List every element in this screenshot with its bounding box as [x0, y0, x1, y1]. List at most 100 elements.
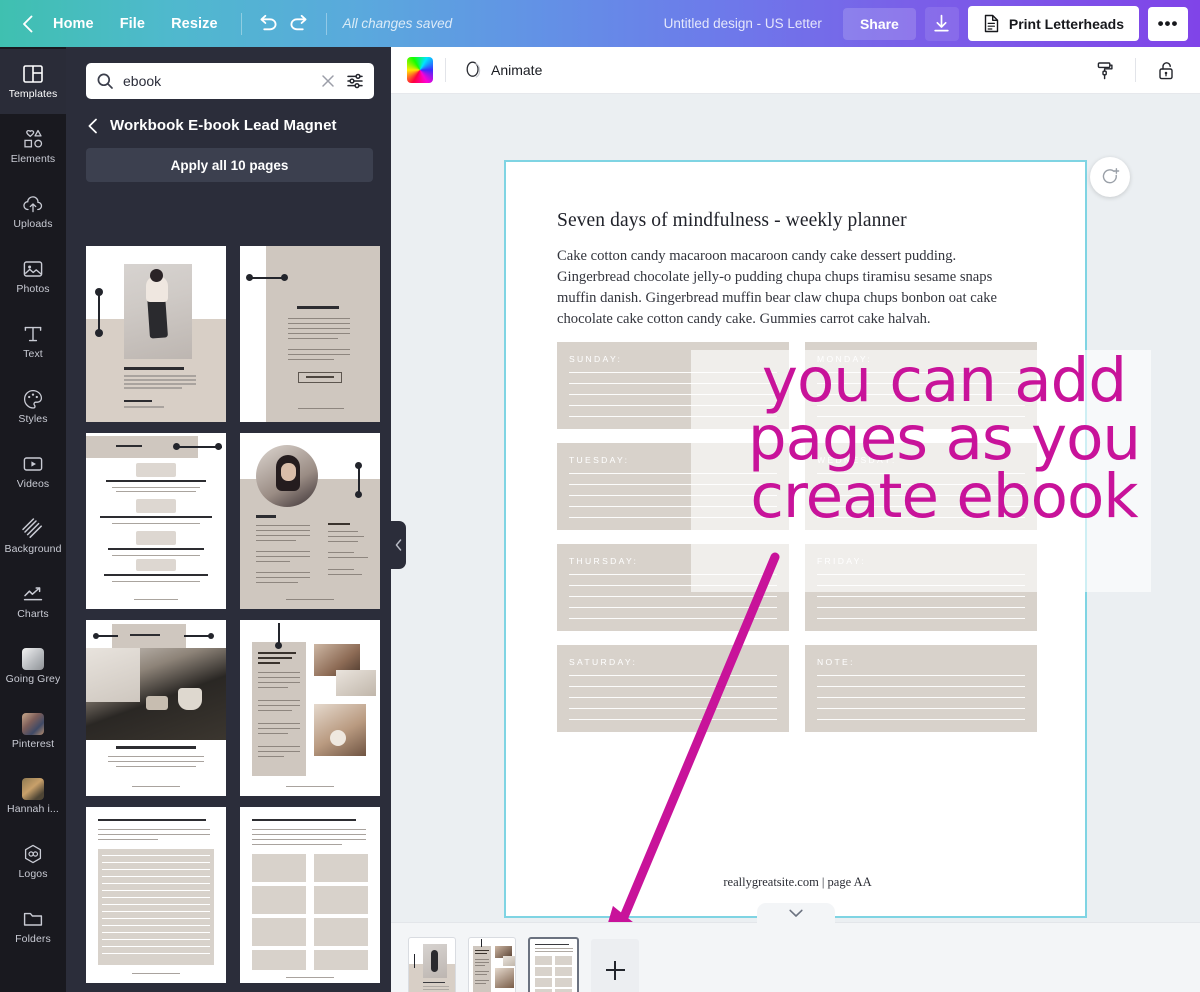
- search-input[interactable]: [123, 73, 310, 89]
- apply-all-pages-button[interactable]: Apply all 10 pages: [86, 148, 373, 182]
- page-thumb-1[interactable]: 1: [408, 937, 456, 992]
- undo-icon: [260, 14, 277, 31]
- write-line: [569, 719, 777, 720]
- day-box-thursday[interactable]: THURSDAY:: [557, 544, 789, 631]
- back-button[interactable]: [14, 9, 40, 39]
- sidebar-item-photos[interactable]: Photos: [0, 244, 66, 309]
- write-line: [569, 372, 777, 373]
- sidebar-item-elements[interactable]: Elements: [0, 114, 66, 179]
- close-icon[interactable]: [319, 72, 337, 90]
- sidebar-label-elements: Elements: [10, 153, 56, 165]
- sidebar-item-hannah[interactable]: Hannah i...: [0, 764, 66, 829]
- sidebar-label-background: Background: [4, 543, 62, 555]
- menu-item-resize[interactable]: Resize: [158, 9, 231, 39]
- sidebar-item-going-grey[interactable]: Going Grey: [0, 634, 66, 699]
- undo-button[interactable]: [252, 8, 284, 40]
- download-button[interactable]: [924, 6, 959, 41]
- design-title[interactable]: Untitled design - US Letter: [664, 16, 822, 31]
- strip-collapse-button[interactable]: [757, 903, 835, 923]
- sidebar-item-folders[interactable]: Folders: [0, 894, 66, 959]
- write-line: [817, 405, 1025, 406]
- write-line: [569, 708, 777, 709]
- styles-palette-icon: [23, 389, 43, 409]
- redo-button[interactable]: [284, 8, 316, 40]
- top-bar-left-group: Home File Resize All changes saved: [0, 8, 452, 40]
- menu-item-file[interactable]: File: [107, 9, 158, 39]
- sidebar-label-folders: Folders: [15, 933, 51, 945]
- editor-toolbar-divider: [445, 58, 446, 82]
- day-label: SATURDAY:: [569, 657, 638, 667]
- document-body-text[interactable]: Cake cotton candy macaroon macaroon cand…: [557, 246, 1019, 329]
- day-box-note[interactable]: NOTE:: [805, 645, 1037, 732]
- sidebar-label-uploads: Uploads: [13, 218, 53, 230]
- editor-toolbar-right: [1087, 52, 1184, 88]
- sidebar-item-logos[interactable]: Logos: [0, 829, 66, 894]
- rainbow-color-swatch[interactable]: [407, 57, 433, 83]
- page-thumb-2[interactable]: 2: [468, 937, 516, 992]
- design-page-canvas[interactable]: Seven days of mindfulness - weekly plann…: [504, 160, 1087, 918]
- template-card-welcome[interactable]: [240, 246, 380, 422]
- template-card-about[interactable]: [240, 433, 380, 609]
- background-hatch-icon: [22, 517, 42, 538]
- templates-icon: [23, 64, 43, 83]
- rotate-page-button[interactable]: [1090, 157, 1130, 197]
- planner-grid: SUNDAY: MONDAY: TUESDAY: WEDNESDAY: THUR…: [557, 342, 1037, 732]
- template-card-journaling[interactable]: [86, 807, 226, 983]
- panel-title: Workbook E-book Lead Magnet: [110, 117, 337, 134]
- template-card-contents[interactable]: [86, 433, 226, 609]
- sidebar-item-templates[interactable]: Templates: [0, 49, 66, 114]
- folder-icon: [23, 912, 43, 926]
- write-line: [569, 506, 777, 507]
- page-thumb-ritual[interactable]: [468, 937, 516, 992]
- animate-label: Animate: [491, 62, 543, 78]
- sidebar-item-text[interactable]: Text: [0, 309, 66, 374]
- add-page-button[interactable]: [591, 939, 639, 992]
- write-line: [569, 618, 777, 619]
- page-thumb-3[interactable]: 3: [528, 937, 579, 992]
- day-box-sunday[interactable]: SUNDAY:: [557, 342, 789, 429]
- sidebar-item-videos[interactable]: Videos: [0, 439, 66, 504]
- folder-thumb-icon: [22, 777, 44, 800]
- toolbar-divider-2: [325, 12, 327, 35]
- sidebar-item-pinterest[interactable]: Pinterest: [0, 699, 66, 764]
- top-bar-right-group: Untitled design - US Letter Share Print …: [664, 6, 1200, 41]
- template-card-morning-ritual[interactable]: [240, 620, 380, 796]
- page-thumb-planner[interactable]: [528, 937, 579, 992]
- sidebar-item-uploads[interactable]: Uploads: [0, 179, 66, 244]
- sidebar-label-hannah: Hannah i...: [7, 803, 59, 815]
- template-card-chapter-one[interactable]: [86, 620, 226, 796]
- paint-roller-button[interactable]: [1087, 52, 1123, 88]
- filter-sliders-icon[interactable]: [346, 72, 364, 90]
- chevron-left-icon: [22, 15, 32, 32]
- day-box-saturday[interactable]: SATURDAY:: [557, 645, 789, 732]
- day-box-wednesday[interactable]: WEDNESDAY:: [805, 443, 1037, 530]
- day-box-friday[interactable]: FRIDAY:: [805, 544, 1037, 631]
- share-button[interactable]: Share: [842, 7, 916, 40]
- write-line: [569, 517, 777, 518]
- menu-item-home[interactable]: Home: [40, 9, 107, 39]
- day-label: NOTE:: [817, 657, 855, 667]
- write-line: [817, 394, 1025, 395]
- write-line: [569, 416, 777, 417]
- template-card-cover[interactable]: [86, 246, 226, 422]
- sidebar-item-background[interactable]: Background: [0, 504, 66, 569]
- write-line: [569, 383, 777, 384]
- sidebar-item-styles[interactable]: Styles: [0, 374, 66, 439]
- more-options-button[interactable]: •••: [1148, 6, 1188, 41]
- animate-button[interactable]: Animate: [458, 54, 548, 86]
- collapse-panel-button[interactable]: [391, 521, 406, 569]
- print-letterheads-button[interactable]: Print Letterheads: [967, 6, 1139, 41]
- sidebar-label-styles: Styles: [18, 413, 48, 425]
- template-card-weekly-planner[interactable]: [240, 807, 380, 983]
- sidebar-item-charts[interactable]: Charts: [0, 569, 66, 634]
- lock-button[interactable]: [1148, 52, 1184, 88]
- write-line: [817, 506, 1025, 507]
- panel-back-button[interactable]: [86, 118, 100, 134]
- day-box-monday[interactable]: MONDAY:: [805, 342, 1037, 429]
- write-line: [817, 372, 1025, 373]
- search-box[interactable]: [86, 63, 374, 99]
- day-box-tuesday[interactable]: TUESDAY:: [557, 443, 789, 530]
- page-thumb-cover[interactable]: [408, 937, 456, 992]
- write-line: [569, 697, 777, 698]
- document-title[interactable]: Seven days of mindfulness - weekly plann…: [557, 210, 1037, 232]
